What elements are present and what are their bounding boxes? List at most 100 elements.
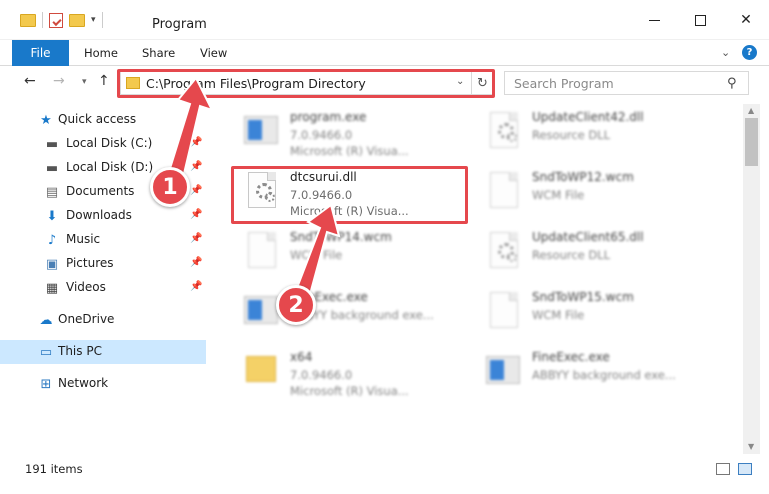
back-button[interactable]: ← bbox=[24, 73, 36, 89]
tab-view[interactable]: View bbox=[200, 46, 227, 60]
customize-toolbar-icon[interactable]: ▾ bbox=[91, 15, 96, 25]
scroll-up-icon[interactable]: ▲ bbox=[748, 106, 754, 115]
pin-icon: 📌 bbox=[190, 233, 203, 244]
close-icon: ✕ bbox=[740, 12, 752, 28]
folder-icon bbox=[20, 13, 36, 27]
drive-icon: ▬ bbox=[45, 136, 59, 152]
pin-icon: 📌 bbox=[190, 137, 203, 148]
file-item[interactable]: FineExec.exe ABBYY background exe... bbox=[472, 344, 707, 398]
file-description: Microsoft (R) Visua... bbox=[290, 384, 409, 398]
tab-share[interactable]: Share bbox=[142, 46, 175, 60]
nav-label: Pictures bbox=[66, 256, 114, 270]
pin-icon: 📌 bbox=[190, 161, 203, 172]
file-item[interactable]: SndToWP14.wcm WCM File bbox=[230, 224, 465, 278]
music-icon: ♪ bbox=[47, 232, 57, 248]
maximize-button[interactable] bbox=[677, 0, 723, 40]
file-item[interactable]: FineExec.exe ABBYY background exe... bbox=[230, 284, 465, 338]
quick-access-toolbar: ▾ bbox=[20, 12, 103, 28]
recent-locations-icon[interactable]: ▾ bbox=[82, 77, 87, 87]
document-icon: ▤ bbox=[45, 184, 59, 200]
new-folder-icon[interactable] bbox=[69, 13, 85, 27]
scroll-down-icon[interactable]: ▼ bbox=[748, 442, 754, 451]
drive-icon: ▬ bbox=[45, 160, 59, 176]
nav-local-disk-c[interactable]: ▬ Local Disk (C:) 📌 bbox=[0, 132, 206, 156]
file-name: UpdateClient65.dll bbox=[532, 230, 644, 244]
search-icon[interactable]: ⚲ bbox=[727, 76, 737, 91]
divider bbox=[42, 12, 43, 28]
file-name: SndToWP12.wcm bbox=[532, 170, 634, 184]
exe-icon bbox=[244, 292, 280, 332]
pin-icon: 📌 bbox=[190, 281, 203, 292]
search-input[interactable]: Search Program ⚲ bbox=[504, 71, 749, 95]
file-type: WCM File bbox=[290, 248, 343, 262]
nav-label: Music bbox=[66, 232, 101, 246]
download-icon: ⬇ bbox=[46, 208, 58, 224]
help-icon[interactable]: ? bbox=[742, 45, 757, 60]
file-name: x64 bbox=[290, 350, 313, 364]
scroll-thumb[interactable] bbox=[745, 118, 758, 166]
minimize-icon bbox=[648, 19, 660, 21]
title-bar: ▾ Program ✕ bbox=[0, 0, 769, 40]
cloud-icon: ☁ bbox=[39, 312, 53, 328]
file-type: WCM File bbox=[532, 188, 585, 202]
nav-this-pc[interactable]: ▭ This PC bbox=[0, 340, 206, 364]
pictures-icon: ▣ bbox=[45, 256, 59, 272]
file-type: Resource DLL bbox=[532, 128, 611, 142]
nav-label: Local Disk (D:) bbox=[66, 160, 154, 174]
nav-label: This PC bbox=[58, 344, 102, 358]
dll-icon bbox=[486, 232, 522, 272]
tab-home[interactable]: Home bbox=[84, 46, 118, 60]
file-item[interactable]: x64 7.0.9466.0 Microsoft (R) Visua... bbox=[230, 344, 465, 398]
file-icon bbox=[486, 292, 522, 332]
nav-downloads[interactable]: ⬇ Downloads 📌 bbox=[0, 204, 206, 228]
nav-network[interactable]: ⊞ Network bbox=[0, 372, 206, 396]
star-icon: ★ bbox=[40, 112, 52, 128]
file-name: SndToWP15.wcm bbox=[532, 290, 634, 304]
nav-pictures[interactable]: ▣ Pictures 📌 bbox=[0, 252, 206, 276]
close-button[interactable]: ✕ bbox=[723, 0, 769, 40]
window-title: Program bbox=[152, 17, 207, 32]
pin-icon: 📌 bbox=[190, 257, 203, 268]
forward-button[interactable]: → bbox=[53, 73, 65, 89]
ribbon-tabs: File Home Share View ⌄ ? bbox=[0, 40, 769, 66]
nav-label: OneDrive bbox=[58, 312, 115, 326]
item-count: 191 items bbox=[25, 462, 83, 476]
pin-icon: 📌 bbox=[190, 185, 203, 196]
divider bbox=[101, 12, 103, 28]
file-type: Resource DLL bbox=[532, 248, 611, 262]
file-item[interactable]: UpdateClient65.dll Resource DLL bbox=[472, 224, 707, 278]
nav-videos[interactable]: ▦ Videos 📌 bbox=[0, 276, 206, 300]
search-placeholder[interactable]: Search Program bbox=[514, 76, 614, 91]
step-1-badge: 1 bbox=[150, 167, 190, 207]
nav-quick-access[interactable]: ★ Quick access bbox=[0, 108, 206, 132]
file-list: program.exe 7.0.9466.0 Microsoft (R) Vis… bbox=[220, 104, 742, 454]
step-2-badge: 2 bbox=[276, 285, 316, 325]
file-item[interactable]: program.exe 7.0.9466.0 Microsoft (R) Vis… bbox=[230, 104, 465, 158]
nav-music[interactable]: ♪ Music 📌 bbox=[0, 228, 206, 252]
status-bar: 191 items bbox=[0, 456, 769, 482]
nav-label: Local Disk (C:) bbox=[66, 136, 153, 150]
vertical-scrollbar[interactable]: ▲ ▼ bbox=[743, 104, 760, 454]
nav-onedrive[interactable]: ☁ OneDrive bbox=[0, 308, 206, 332]
nav-label: Downloads bbox=[66, 208, 132, 222]
address-bar-highlight bbox=[117, 69, 495, 98]
up-button[interactable]: ↑ bbox=[98, 73, 110, 89]
video-icon: ▦ bbox=[45, 280, 59, 296]
file-type: WCM File bbox=[532, 308, 585, 322]
file-item[interactable]: UpdateClient42.dll Resource DLL bbox=[472, 104, 707, 158]
expand-ribbon-icon[interactable]: ⌄ bbox=[721, 46, 730, 59]
details-view-icon[interactable] bbox=[716, 463, 730, 475]
file-item[interactable]: SndToWP15.wcm WCM File bbox=[472, 284, 707, 338]
large-icons-view-icon[interactable] bbox=[738, 463, 752, 475]
properties-icon[interactable] bbox=[49, 12, 63, 28]
file-description: ABBYY background exe... bbox=[532, 368, 676, 382]
file-name: UpdateClient42.dll bbox=[532, 110, 644, 124]
file-name: SndToWP14.wcm bbox=[290, 230, 392, 244]
exe-icon bbox=[244, 112, 280, 152]
computer-icon: ▭ bbox=[39, 344, 53, 360]
file-item[interactable]: SndToWP12.wcm WCM File bbox=[472, 164, 707, 218]
file-icon bbox=[244, 232, 280, 272]
minimize-button[interactable] bbox=[631, 0, 677, 40]
nav-label: Videos bbox=[66, 280, 106, 294]
tab-file[interactable]: File bbox=[12, 40, 69, 66]
